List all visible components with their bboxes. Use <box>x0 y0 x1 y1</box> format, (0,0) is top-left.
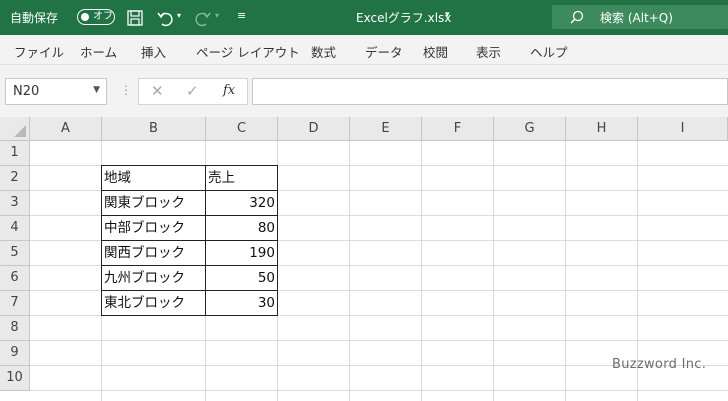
row-header-2[interactable]: 2 <box>0 166 30 191</box>
search-placeholder: 検索 (Alt+Q) <box>600 11 673 25</box>
ribbon-tabs: ファイル ホーム 挿入 ページ レイアウト 数式 データ 校閲 表示 ヘルプ <box>0 35 728 65</box>
gridline <box>421 141 422 401</box>
gridline <box>349 141 350 401</box>
name-box[interactable]: N20 ▼ <box>5 78 107 105</box>
row-header-6[interactable]: 6 <box>0 266 30 291</box>
cell-b6[interactable]: 九州ブロック <box>101 265 206 291</box>
gridline <box>30 340 728 341</box>
select-all-corner[interactable] <box>0 117 30 141</box>
autosave-label: 自動保存 <box>10 11 59 25</box>
tab-file[interactable]: ファイル <box>14 42 64 61</box>
name-box-dropdown-icon[interactable]: ▼ <box>93 85 100 95</box>
cell-c4[interactable]: 80 <box>205 215 278 241</box>
row-header-1[interactable]: 1 <box>0 141 30 166</box>
watermark: Buzzword Inc. <box>612 357 707 372</box>
formula-tools: ✕ ✓ fx <box>138 78 248 105</box>
column-header-b[interactable]: B <box>102 117 206 141</box>
column-header-h[interactable]: H <box>566 117 638 141</box>
tab-formulas[interactable]: 数式 <box>311 42 336 61</box>
column-header-i[interactable]: I <box>638 117 728 141</box>
cell-c5[interactable]: 190 <box>205 240 278 266</box>
tab-insert[interactable]: 挿入 <box>141 42 166 61</box>
cell-c7[interactable]: 30 <box>205 290 278 316</box>
tab-review[interactable]: 校閲 <box>423 42 448 61</box>
row-header-4[interactable]: 4 <box>0 216 30 241</box>
row-header-5[interactable]: 5 <box>0 241 30 266</box>
gridline <box>493 141 494 401</box>
row-header-10[interactable]: 10 <box>0 366 30 391</box>
column-header-e[interactable]: E <box>350 117 422 141</box>
tab-view[interactable]: 表示 <box>476 42 501 61</box>
search-icon <box>570 10 584 24</box>
toggle-knob <box>81 13 89 21</box>
cell-c6[interactable]: 50 <box>205 265 278 291</box>
cell-b5[interactable]: 関西ブロック <box>101 240 206 266</box>
cell-b3[interactable]: 関東ブロック <box>101 190 206 216</box>
cell-b2[interactable]: 地域 <box>101 165 206 191</box>
gridline <box>565 141 566 401</box>
redo-dropdown-icon: ▾ <box>215 11 220 20</box>
tab-help[interactable]: ヘルプ <box>530 42 568 61</box>
column-header-g[interactable]: G <box>494 117 566 141</box>
select-all-icon <box>14 125 26 137</box>
formula-input[interactable] <box>252 78 728 105</box>
cancel-icon[interactable]: ✕ <box>151 82 164 100</box>
row-header-8[interactable]: 8 <box>0 316 30 341</box>
cell-b4[interactable]: 中部ブロック <box>101 215 206 241</box>
tab-page-layout[interactable]: ページ レイアウト <box>196 42 300 61</box>
column-header-c[interactable]: C <box>206 117 278 141</box>
insert-function-icon[interactable]: fx <box>223 83 235 98</box>
cell-c3[interactable]: 320 <box>205 190 278 216</box>
tab-data[interactable]: データ <box>365 42 403 61</box>
enter-icon[interactable]: ✓ <box>186 82 199 100</box>
search-box[interactable]: 検索 (Alt+Q) <box>552 5 728 29</box>
column-header-a[interactable]: A <box>30 117 102 141</box>
title-bar: 自動保存 オフ ▾ ▾ ≡ Excelグラフ.xlsx ▾ 検索 (Alt+Q) <box>0 0 728 35</box>
save-icon[interactable] <box>126 9 144 27</box>
more-options-icon[interactable]: ⋮ <box>120 83 132 97</box>
gridline <box>30 390 728 391</box>
cell-c2[interactable]: 売上 <box>205 165 278 191</box>
row-header-7[interactable]: 7 <box>0 291 30 316</box>
autosave-toggle[interactable]: オフ <box>77 9 115 25</box>
file-name: Excelグラフ.xlsx <box>356 11 452 25</box>
redo-icon <box>195 12 211 27</box>
column-header-f[interactable]: F <box>422 117 494 141</box>
row-header-3[interactable]: 3 <box>0 191 30 216</box>
name-box-value: N20 <box>13 84 40 99</box>
autosave-state: オフ <box>93 11 113 22</box>
column-header-d[interactable]: D <box>278 117 350 141</box>
row-header-9[interactable]: 9 <box>0 341 30 366</box>
undo-icon[interactable] <box>156 9 174 27</box>
undo-dropdown-icon[interactable]: ▾ <box>177 11 181 20</box>
tab-home[interactable]: ホーム <box>80 42 117 61</box>
filename-dropdown-icon[interactable]: ▾ <box>445 10 450 20</box>
cell-b7[interactable]: 東北ブロック <box>101 290 206 316</box>
customize-toolbar-icon[interactable]: ≡ <box>237 9 246 22</box>
